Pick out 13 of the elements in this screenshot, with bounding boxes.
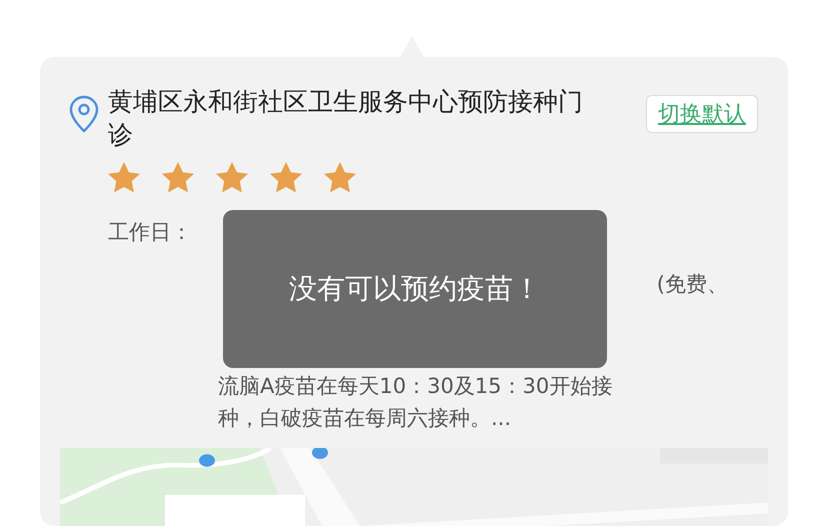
star-icon (161, 161, 195, 194)
location-pin-icon (68, 95, 100, 133)
description-line: 流脑A疫苗在每天10：30及15：30开始接 (218, 373, 614, 400)
description-fragment: (免费、 (656, 271, 728, 298)
clinic-name: 黄埔区永和街社区卫生服务中心预防接种门诊 (108, 86, 584, 151)
star-icon (269, 161, 303, 194)
work-days-label: 工作日： (108, 219, 193, 246)
toast-message: 没有可以预约疫苗！ (223, 210, 607, 368)
description-line: 种，白破疫苗在每周六接种。... (218, 405, 512, 432)
star-icon (323, 161, 357, 194)
star-icon (107, 161, 141, 194)
switch-default-button[interactable]: 切换默认 (646, 95, 758, 133)
star-icon (215, 161, 249, 194)
